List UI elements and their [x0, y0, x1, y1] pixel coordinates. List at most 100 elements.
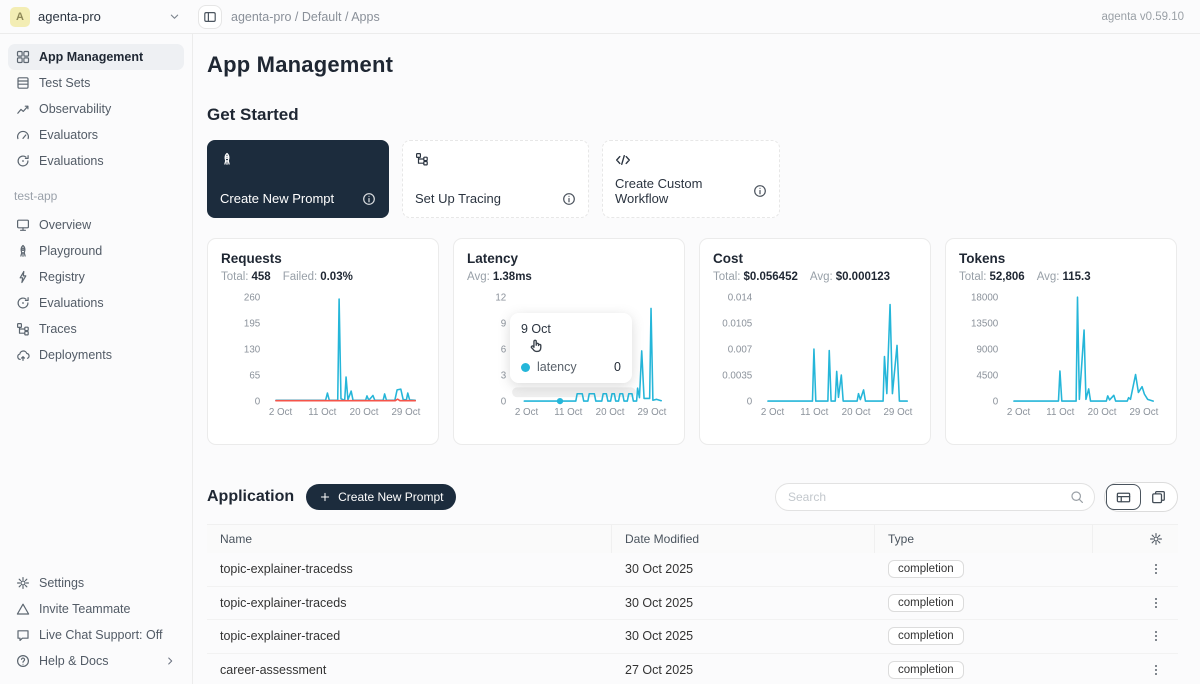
tree-icon — [16, 322, 30, 336]
chart-stats: Total:$0.056452 Avg:$0.000123 — [713, 271, 917, 283]
chart-tokens: 04500900013500180002 Oct11 Oct20 Oct29 O… — [959, 287, 1165, 421]
sidebar-main-nav: App ManagementTest SetsObservabilityEval… — [8, 44, 184, 174]
sidebar-item-evaluations[interactable]: Evaluations — [8, 290, 184, 316]
table-body: topic-explainer-tracedss30 Oct 2025compl… — [207, 553, 1178, 684]
rocket-icon — [220, 152, 376, 166]
sidebar-toggle-button[interactable] — [198, 5, 222, 29]
rocket-icon — [16, 244, 30, 258]
sidebar-item-overview[interactable]: Overview — [8, 212, 184, 238]
sidebar-item-deployments[interactable]: Deployments — [8, 342, 184, 368]
search-icon[interactable] — [1070, 490, 1084, 504]
sidebar-item-label: App Management — [39, 50, 143, 64]
sidebar-item-traces[interactable]: Traces — [8, 316, 184, 342]
search-box — [775, 483, 1095, 511]
series-dot — [521, 363, 530, 372]
create-custom-workflow-card[interactable]: Create Custom Workflow — [602, 140, 780, 218]
card-view-button[interactable] — [1141, 484, 1176, 510]
application-title: Application — [207, 488, 294, 506]
table-view-button[interactable] — [1106, 484, 1141, 510]
kebab-menu-icon[interactable] — [1149, 596, 1163, 610]
type-badge: completion — [888, 594, 964, 612]
tooltip-date: 9 Oct — [521, 322, 621, 336]
stat: Total:$0.056452 — [713, 271, 798, 283]
kebab-menu-icon[interactable] — [1149, 629, 1163, 643]
table-row[interactable]: topic-explainer-traced30 Oct 2025complet… — [207, 620, 1178, 654]
chart-card-tokens: TokensTotal:52,806Avg:115.30450090001350… — [945, 238, 1177, 445]
get-started-cards: Create New Prompt Set Up Tracing Create … — [207, 140, 1178, 218]
svg-text:65: 65 — [249, 371, 260, 382]
svg-text:9: 9 — [501, 319, 506, 330]
stat: Total:52,806 — [959, 271, 1025, 283]
sidebar-item-label: Evaluations — [39, 296, 104, 310]
topbar: A agenta-pro agenta-pro / Default / Apps… — [0, 0, 1200, 34]
main-content: App Management Get Started Create New Pr… — [193, 34, 1200, 684]
sidebar-item-help-docs[interactable]: Help & Docs — [8, 648, 184, 674]
stat: Avg:$0.000123 — [810, 271, 890, 283]
monitor-icon — [16, 218, 30, 232]
svg-text:0.0105: 0.0105 — [722, 319, 753, 330]
chart-stats: Total:52,806 Avg:115.3 — [959, 271, 1163, 283]
sidebar-item-label: Test Sets — [39, 76, 90, 90]
sidebar-item-live-chat-support-off[interactable]: Live Chat Support: Off — [8, 622, 184, 648]
info-icon — [562, 192, 576, 206]
version-label: agenta v0.59.10 — [1102, 11, 1200, 23]
sidebar-item-label: Deployments — [39, 348, 112, 362]
kebab-menu-icon[interactable] — [1149, 663, 1163, 677]
redo-icon — [16, 154, 30, 168]
search-input[interactable] — [786, 489, 1070, 505]
date-modified: 30 Oct 2025 — [612, 629, 875, 643]
create-new-prompt-button[interactable]: Create New Prompt — [306, 484, 456, 510]
sidebar-item-registry[interactable]: Registry — [8, 264, 184, 290]
sidebar-item-app-management[interactable]: App Management — [8, 44, 184, 70]
workspace-avatar: A — [10, 7, 30, 27]
app-name: career-assessment — [207, 663, 612, 677]
columns-settings-gear-icon[interactable] — [1149, 532, 1163, 546]
redo-icon — [16, 296, 30, 310]
column-header-date-modified: Date Modified — [612, 525, 875, 553]
sidebar-item-observability[interactable]: Observability — [8, 96, 184, 122]
breadcrumb[interactable]: agenta-pro / Default / Apps — [231, 10, 380, 24]
table-row[interactable]: career-assessment27 Oct 2025completion — [207, 654, 1178, 684]
svg-text:195: 195 — [244, 319, 261, 330]
svg-text:0: 0 — [255, 397, 261, 408]
svg-text:0: 0 — [501, 397, 507, 408]
bolt-icon — [16, 270, 30, 284]
chart-title: Tokens — [959, 251, 1163, 266]
date-modified: 30 Oct 2025 — [612, 562, 875, 576]
app-name: topic-explainer-traced — [207, 629, 612, 643]
stat: Failed:0.03% — [283, 271, 353, 283]
svg-text:3: 3 — [501, 371, 507, 382]
code-icon — [615, 152, 767, 168]
svg-text:0: 0 — [993, 397, 999, 408]
table-row[interactable]: topic-explainer-tracedss30 Oct 2025compl… — [207, 553, 1178, 587]
create-new-prompt-card[interactable]: Create New Prompt — [207, 140, 389, 218]
sidebar-item-label: Evaluations — [39, 154, 104, 168]
sidebar-footer-nav: SettingsInvite TeammateLive Chat Support… — [8, 570, 184, 674]
sidebar-item-evaluations[interactable]: Evaluations — [8, 148, 184, 174]
chart-title: Latency — [467, 251, 671, 266]
kebab-menu-icon[interactable] — [1149, 562, 1163, 576]
application-header: Application Create New Prompt — [207, 482, 1178, 512]
sidebar-item-settings[interactable]: Settings — [8, 570, 184, 596]
card-label: Create New Prompt — [220, 191, 334, 206]
sidebar-item-test-sets[interactable]: Test Sets — [8, 70, 184, 96]
stat: Avg:115.3 — [1037, 271, 1091, 283]
sidebar-item-playground[interactable]: Playground — [8, 238, 184, 264]
chart-card-requests: RequestsTotal:458Failed:0.03%06513019526… — [207, 238, 439, 445]
svg-text:0: 0 — [747, 397, 753, 408]
svg-text:0.007: 0.007 — [728, 345, 753, 356]
set-up-tracing-card[interactable]: Set Up Tracing — [402, 140, 589, 218]
table-row[interactable]: topic-explainer-traceds30 Oct 2025comple… — [207, 587, 1178, 621]
sidebar-item-invite-teammate[interactable]: Invite Teammate — [8, 596, 184, 622]
svg-text:9000: 9000 — [976, 345, 998, 356]
sidebar-item-evaluators[interactable]: Evaluators — [8, 122, 184, 148]
card-label: Create Custom Workflow — [615, 176, 753, 206]
stat: Total:458 — [221, 271, 271, 283]
svg-text:29 Oct: 29 Oct — [391, 407, 420, 418]
grid-icon — [16, 50, 30, 64]
workspace-selector[interactable]: A agenta-pro — [0, 7, 193, 27]
chart-cost: 00.00350.0070.01050.0142 Oct11 Oct20 Oct… — [713, 287, 919, 421]
chevron-right-icon — [164, 655, 176, 667]
info-icon — [362, 192, 376, 206]
chart-stats: Avg:1.38ms — [467, 271, 671, 283]
